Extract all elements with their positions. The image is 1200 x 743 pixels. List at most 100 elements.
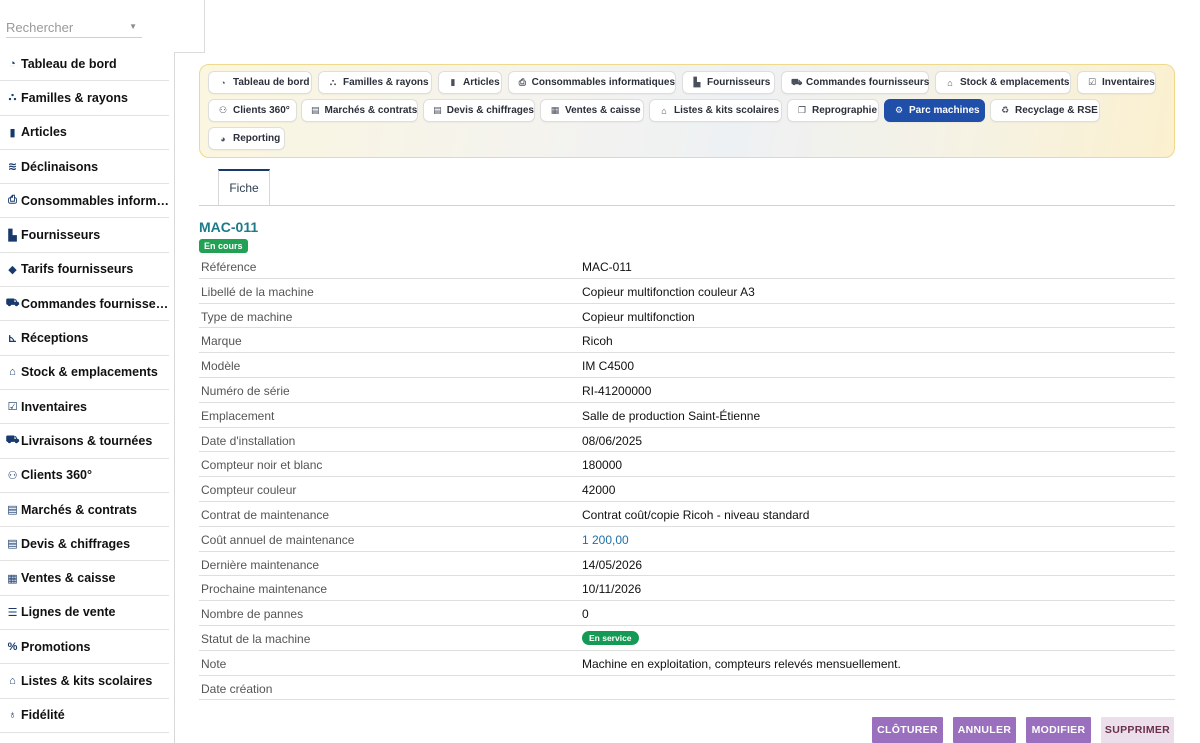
truck-loading-icon: ▙ xyxy=(693,77,701,87)
field-value: Salle de production Saint-Étienne xyxy=(582,408,761,423)
cart-icon: ⛟ xyxy=(5,296,20,309)
tab-reprographie[interactable]: ❐ Reprographie xyxy=(787,99,879,122)
tab-label: Fournisseurs xyxy=(707,77,771,88)
sidebar-item-livraisons[interactable]: ⛟ Livraisons & tournées xyxy=(0,424,169,459)
close-record-button[interactable]: CLÔTURER xyxy=(872,717,943,743)
cancel-button[interactable]: ANNULER xyxy=(953,717,1016,743)
sidebar-item-promotions[interactable]: % Promotions xyxy=(0,630,169,665)
sidebar-item-label: Livraisons & tournées xyxy=(21,433,153,448)
detail-row: Référence MAC-011 xyxy=(199,254,1175,279)
tab-label: Commandes fournisseurs xyxy=(806,77,930,88)
tab-label: Consommables informatiques xyxy=(531,77,675,88)
book-icon: ▮ xyxy=(9,126,16,139)
tab-fiche-label: Fiche xyxy=(229,181,259,195)
sidebar-item-listes[interactable]: ⌂ Listes & kits scolaires xyxy=(0,664,169,699)
sidebar-item-fournisseurs[interactable]: ▙ Fournisseurs xyxy=(0,218,169,253)
field-label: Statut de la machine xyxy=(201,631,311,646)
sidebar-item-label: Fournisseurs xyxy=(21,228,101,243)
tab-listes[interactable]: ⌂ Listes & kits scolaires xyxy=(649,99,782,122)
sidebar: Rechercher ▼ ◔ Tableau de bord ⛬ Familles … xyxy=(0,0,175,743)
tab-articles[interactable]: ▮ Articles xyxy=(438,71,502,94)
sidebar-item-fidelite[interactable]: ♁ Fidélité xyxy=(0,699,169,733)
record-details: Référence MAC-011 Libellé de la machine Co… xyxy=(199,254,1175,701)
tab-marches[interactable]: ▤ Marchés & contrats xyxy=(301,99,418,122)
copy-icon: ❐ xyxy=(797,105,807,115)
detail-row: Dernière maintenance 14/05/2026 xyxy=(199,552,1175,577)
tab-parc-machines[interactable]: ⚙ Parc machines xyxy=(884,99,985,122)
tab-label: Ventes & caisse xyxy=(565,105,641,116)
tab-inventaires[interactable]: ☑ Inventaires xyxy=(1077,71,1156,94)
detail-row: Compteur noir et blanc 180000 xyxy=(199,452,1175,478)
detail-row: Marque Ricoh xyxy=(199,328,1175,354)
tab-consommables[interactable]: ⎙ Consommables informatiques xyxy=(508,71,676,94)
tab-label: Stock & emplacements xyxy=(960,77,1070,88)
users-icon: ⚇ xyxy=(7,469,18,482)
field-value: 180000 xyxy=(582,458,623,473)
sidebar-item-label: Réceptions xyxy=(21,331,89,346)
search-select[interactable]: Rechercher ▼ xyxy=(6,16,142,38)
sidebar-item-marches[interactable]: ▤ Marchés & contrats xyxy=(0,493,169,528)
sitemap-icon: ⛬ xyxy=(8,91,17,104)
sidebar-nav: ◔ Tableau de bord ⛬ Familles & rayons ▮ Art… xyxy=(0,47,169,733)
tab-devis[interactable]: ▤ Devis & chiffrages xyxy=(423,99,535,122)
users-icon: ⚇ xyxy=(218,105,228,115)
sidebar-item-ventes[interactable]: ▦ Ventes & caisse xyxy=(0,561,169,596)
sidebar-item-label: Déclinaisons xyxy=(21,159,99,174)
percent-icon: % xyxy=(7,640,18,653)
truck-loading-icon: ▙ xyxy=(8,229,17,242)
tab-label: Articles xyxy=(463,77,500,88)
tab-recyclage[interactable]: ♻ Recyclage & RSE xyxy=(990,99,1100,122)
field-label: Marque xyxy=(201,334,242,349)
sidebar-item-label: Clients 360° xyxy=(21,468,93,483)
sidebar-item-clients[interactable]: ⚇ Clients 360° xyxy=(0,459,169,493)
sidebar-item-label: Commandes fournisseurs xyxy=(21,296,169,311)
tab-ventes[interactable]: ▦ Ventes & caisse xyxy=(540,99,644,122)
tab-familles-rayons[interactable]: ⛬ Familles & rayons xyxy=(318,71,432,94)
sidebar-item-articles[interactable]: ▮ Articles xyxy=(0,116,169,150)
tab-tableau-de-bord[interactable]: ◔ Tableau de bord xyxy=(208,71,312,94)
field-label: Contrat de maintenance xyxy=(201,507,330,522)
delete-button[interactable]: SUPPRIMER xyxy=(1101,717,1174,743)
field-value: Ricoh xyxy=(582,334,613,349)
sidebar-item-declinaisons[interactable]: ≋ Déclinaisons xyxy=(0,150,169,185)
record-title: MAC-011 xyxy=(199,219,259,235)
detail-row: Modèle IM C4500 xyxy=(199,353,1175,378)
sitemap-icon: ⛬ xyxy=(329,77,337,87)
sidebar-item-label: Tarifs fournisseurs xyxy=(21,262,134,277)
sidebar-item-tableau-de-bord[interactable]: ◔ Tableau de bord xyxy=(0,47,169,82)
contract-icon: ▤ xyxy=(311,105,320,115)
sidebar-item-lignes[interactable]: ☰ Lignes de vente xyxy=(0,596,169,631)
sidebar-item-stock[interactable]: ⌂ Stock & emplacements xyxy=(0,356,169,390)
list-icon: ☰ xyxy=(7,606,18,619)
search-placeholder: Rechercher xyxy=(6,20,74,35)
sidebar-item-commandes[interactable]: ⛟ Commandes fournisseurs xyxy=(0,287,169,322)
status-badge: En cours xyxy=(199,239,248,253)
tab-clients[interactable]: ⚇ Clients 360° xyxy=(208,99,297,122)
field-label: Emplacement xyxy=(201,408,275,423)
tab-reporting[interactable]: ◕ Reporting xyxy=(208,127,285,150)
sidebar-item-inventaires[interactable]: ☑ Inventaires xyxy=(0,390,169,425)
tab-stock[interactable]: ⌂ Stock & emplacements xyxy=(935,71,1071,94)
cash-register-icon: ▦ xyxy=(550,105,560,115)
sidebar-item-label: Fidélité xyxy=(21,708,65,723)
chart-pie-icon: ◕ xyxy=(220,133,226,144)
tab-fiche[interactable]: Fiche xyxy=(218,169,270,205)
sidebar-item-familles-rayons[interactable]: ⛬ Familles & rayons xyxy=(0,81,169,116)
tab-fournisseurs[interactable]: ▙ Fournisseurs xyxy=(682,71,775,94)
sidebar-item-label: Listes & kits scolaires xyxy=(21,673,153,688)
field-value: 08/06/2025 xyxy=(582,433,643,448)
tab-commandes[interactable]: ⛟ Commandes fournisseurs xyxy=(781,71,929,94)
tab-label: Inventaires xyxy=(1102,77,1155,88)
sidebar-item-tarifs[interactable]: ◆ Tarifs fournisseurs xyxy=(0,253,169,288)
field-value: 0 xyxy=(582,607,589,622)
field-value: Machine en exploitation, compteurs relev… xyxy=(582,656,901,671)
clipboard-check-icon: ☑ xyxy=(7,401,18,414)
detail-row: Prochaine maintenance 10/11/2026 xyxy=(199,576,1175,602)
sidebar-item-receptions[interactable]: ⊾ Réceptions xyxy=(0,321,169,356)
sidebar-item-consommables[interactable]: ⎙ Consommables informatiques xyxy=(0,184,169,219)
edit-button[interactable]: MODIFIER xyxy=(1026,717,1091,743)
sidebar-item-label: Lignes de vente xyxy=(21,605,116,620)
graduation-cap-icon: ⌂ xyxy=(661,105,667,116)
sidebar-item-devis[interactable]: ▤ Devis & chiffrages xyxy=(0,527,169,562)
caret-down-icon[interactable]: ▼ xyxy=(129,22,137,31)
